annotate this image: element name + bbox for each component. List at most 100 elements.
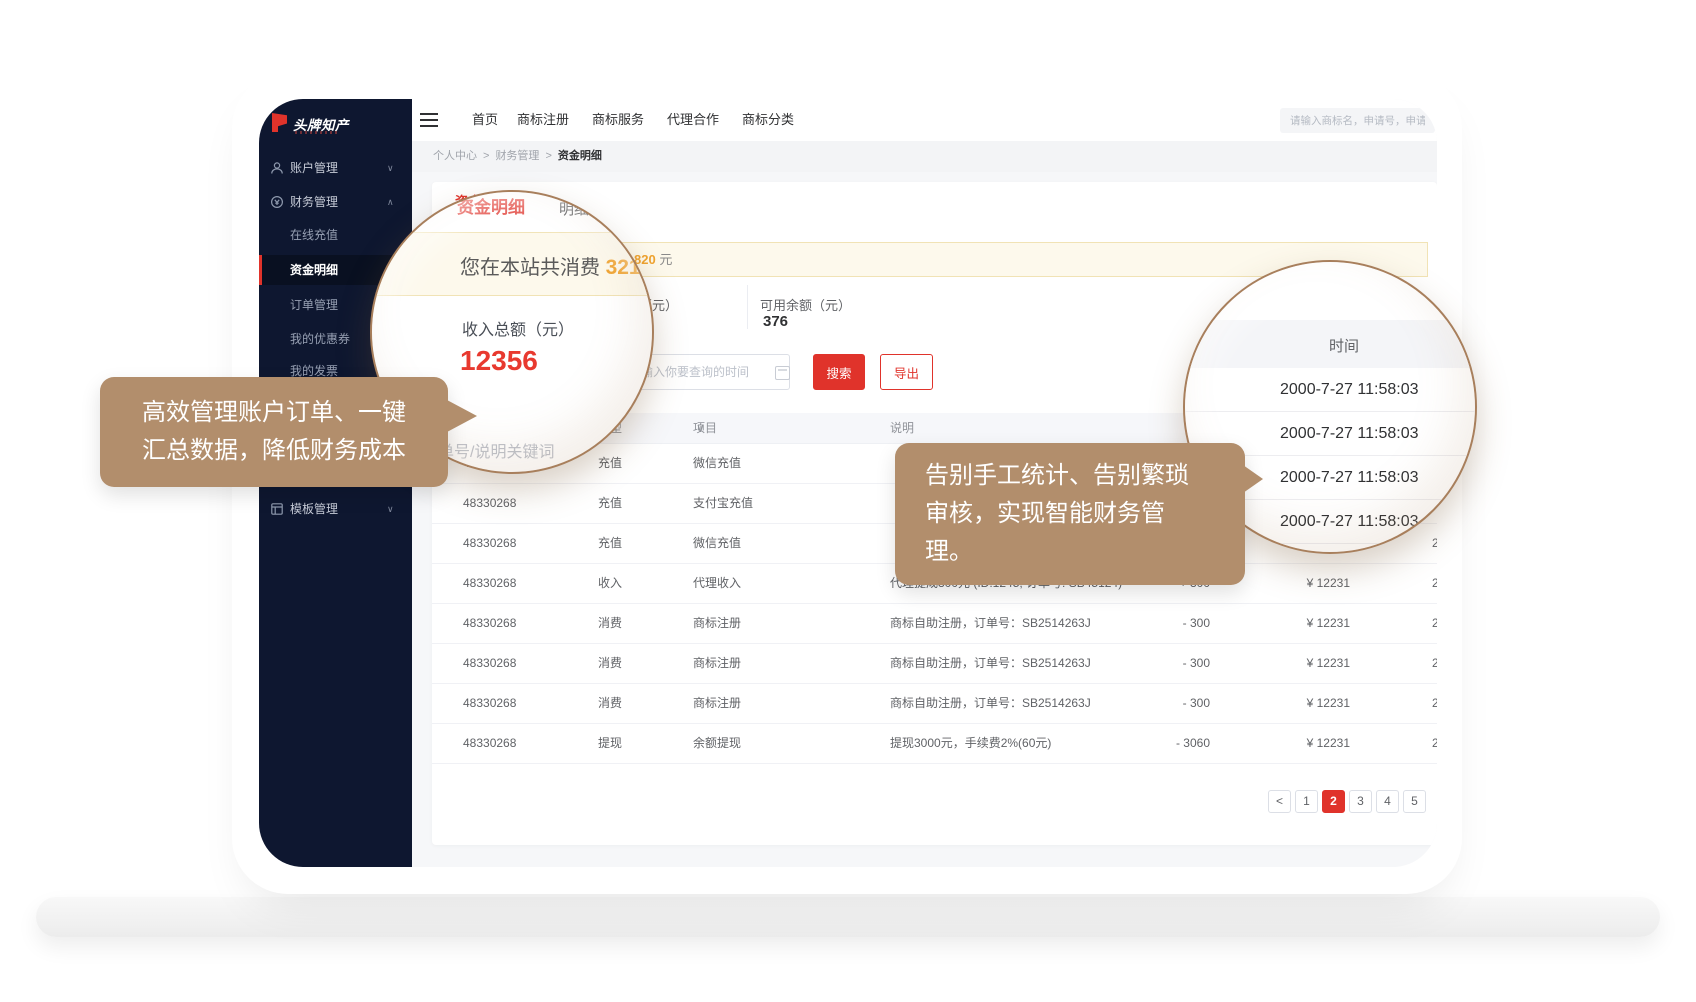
cell-project: 商标注册: [693, 683, 843, 723]
cell-time: 2000-7-27 11:58:03: [1432, 603, 1437, 643]
cell-type: 充值: [598, 523, 678, 563]
lens-time-text: 2000-7-27 11:58:03: [1280, 368, 1418, 411]
hamburger-menu-icon[interactable]: [420, 119, 438, 121]
cell-time: 2000-7-27 11:58:03: [1432, 683, 1437, 723]
trademark-search-input[interactable]: [1280, 108, 1435, 133]
top-navbar: 首页商标注册商标服务代理合作商标分类: [412, 99, 1437, 141]
cell-order: 48330268: [463, 723, 583, 763]
page-button[interactable]: 2: [1322, 790, 1345, 813]
lens-banner-amount: 32124: [606, 256, 654, 279]
sidebar-item-label: 财务管理: [290, 187, 338, 217]
chevron-down-icon: ∨: [387, 153, 394, 183]
cell-balance: ¥ 12231: [1270, 643, 1350, 683]
cell-type: 消费: [598, 683, 678, 723]
page: 头牌知产 账户管理 ∨ 财务管理: [0, 0, 1696, 1002]
cell-type: 消费: [598, 643, 678, 683]
breadcrumb-item[interactable]: 财务管理: [495, 150, 539, 162]
cell-project: 余额提现: [693, 723, 843, 763]
topnav-item[interactable]: 商标服务: [592, 99, 644, 141]
cell-amount: - 300: [1082, 683, 1210, 723]
calendar-icon[interactable]: [775, 366, 790, 380]
sidebar-subitem-label: 在线充值: [290, 220, 338, 250]
page-button[interactable]: 4: [1376, 790, 1399, 813]
table-row: 48330268消费商标注册商标自助注册，订单号：SB2514263J- 300…: [432, 683, 1437, 724]
tooltip-arrow-icon: [447, 400, 477, 432]
cell-order: 48330268: [463, 483, 583, 523]
cell-type: 充值: [598, 443, 678, 483]
stats-divider: [747, 285, 748, 329]
lens-banner: 您在本站共消费 32124 大: [372, 232, 652, 296]
prev-page-button[interactable]: <: [1268, 790, 1291, 813]
sidebar-item-account[interactable]: 账户管理 ∨: [259, 153, 412, 183]
cell-time: 2000-7-27 11:58:03: [1432, 563, 1437, 603]
lens-time-text: 2000-7-27 11:58:03: [1280, 456, 1418, 499]
sidebar-item-label: 账户管理: [290, 153, 338, 183]
topnav-item[interactable]: 代理合作: [667, 99, 719, 141]
table-row: 48330268消费商标注册商标自助注册，订单号：SB2514263J- 300…: [432, 643, 1437, 684]
cell-type: 消费: [598, 603, 678, 643]
cell-project: 商标注册: [693, 603, 843, 643]
breadcrumb-item[interactable]: 个人中心: [433, 150, 477, 162]
cell-balance: ¥ 12231: [1270, 723, 1350, 763]
tooltip-line: 告别手工统计、告别繁琐: [925, 457, 1245, 495]
cell-order: 48330268: [463, 603, 583, 643]
cell-order: 48330268: [463, 683, 583, 723]
brand-logo[interactable]: 头牌知产: [272, 111, 402, 143]
sidebar-item-finance[interactable]: 财务管理 ∧: [259, 187, 412, 217]
available-label: 可用余额（元）: [760, 295, 851, 314]
cell-balance: ¥ 12231: [1270, 603, 1350, 643]
topnav-item[interactable]: 商标分类: [742, 99, 794, 141]
sort-caret-icon[interactable]: ∨: [696, 413, 705, 443]
sidebar-item-label: 模板管理: [290, 494, 338, 524]
cell-amount: - 3060: [1082, 723, 1210, 763]
tooltip-line: 审核，实现智能财务管: [925, 495, 1245, 533]
page-button[interactable]: 5: [1403, 790, 1426, 813]
lens-time-text: 2000-7-27 11:58:03: [1280, 500, 1418, 543]
logo-subtitle: [295, 131, 339, 134]
cell-amount: - 300: [1082, 603, 1210, 643]
lens-time-text: 2000-7-27 11:58:03: [1280, 412, 1418, 455]
sidebar-subitem-label: 我的优惠券: [290, 324, 350, 354]
tooltip-arrow-icon: [1243, 465, 1263, 493]
finance-icon: [270, 195, 284, 209]
cell-project: 商标注册: [693, 643, 843, 683]
search-button[interactable]: 搜索: [813, 354, 865, 390]
export-button[interactable]: 导出: [880, 354, 933, 390]
sidebar-item-template[interactable]: 模板管理 ∨: [259, 494, 412, 524]
cell-balance: ¥ 12231: [1270, 563, 1350, 603]
header-desc: 说明: [890, 413, 914, 443]
cell-type: 收入: [598, 563, 678, 603]
cell-amount: - 300: [1082, 643, 1210, 683]
lens-tab-tail: 明细: [559, 198, 589, 219]
user-icon: [270, 161, 284, 175]
page-button[interactable]: 3: [1349, 790, 1372, 813]
laptop-base: [36, 897, 1660, 937]
cell-type: 提现: [598, 723, 678, 763]
table-row: 48330268提现余额提现提现3000元，手续费2%(60元)- 3060¥ …: [432, 723, 1437, 764]
lens-tab-active: 资金明细: [457, 193, 525, 218]
cell-balance: ¥ 12231: [1270, 683, 1350, 723]
lens-banner-text: 您在本站共消费 32124 大: [460, 251, 654, 280]
sidebar-subitem-label: 订单管理: [290, 290, 338, 320]
cell-project: 代理收入: [693, 563, 843, 603]
cell-order: 48330268: [463, 523, 583, 563]
cell-time: 2000-7-27 11:58:03: [1432, 723, 1437, 763]
cell-project: 支付宝充值: [693, 483, 843, 523]
lens-time-row: 2000-7-27 11:58:03: [1185, 368, 1475, 412]
breadcrumb-separator: >: [545, 150, 551, 162]
cell-time: 2000-7-27 11:58:03: [1432, 643, 1437, 683]
tooltip-line: 高效管理账户订单、一键: [142, 394, 448, 432]
cell-type: 充值: [598, 483, 678, 523]
tooltip-right: 告别手工统计、告别繁琐 审核，实现智能财务管 理。: [895, 443, 1245, 585]
template-icon: [270, 502, 284, 516]
tooltip-left: 高效管理账户订单、一键 汇总数据，降低财务成本: [100, 377, 448, 487]
page-button[interactable]: 1: [1295, 790, 1318, 813]
tooltip-line: 汇总数据，降低财务成本: [142, 432, 448, 470]
cell-order: 48330268: [463, 563, 583, 603]
chevron-up-icon: ∧: [387, 187, 394, 217]
banner-unit: 元: [659, 252, 672, 267]
topnav-item[interactable]: 商标注册: [517, 99, 569, 141]
cell-project: 微信充值: [693, 443, 843, 483]
breadcrumb-separator: >: [483, 150, 489, 162]
topnav-item[interactable]: 首页: [472, 99, 498, 141]
